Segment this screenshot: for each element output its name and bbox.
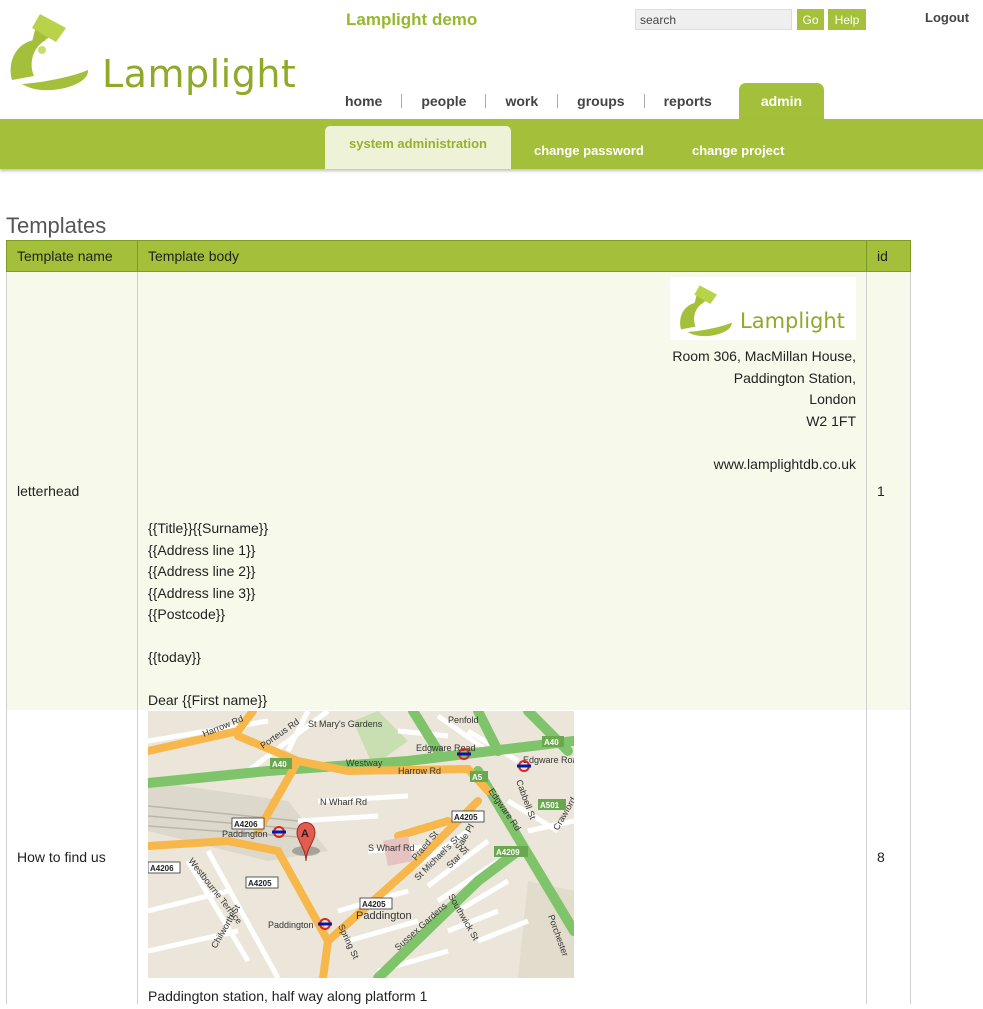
project-title: Lamplight demo bbox=[346, 10, 478, 29]
tab-people[interactable]: people bbox=[402, 83, 485, 120]
letterhead-logo: Lamplight bbox=[670, 277, 856, 340]
map-label: Westway bbox=[346, 758, 383, 768]
merge-field: {{today}} bbox=[148, 649, 201, 665]
map-label: Edgware Road bbox=[523, 755, 574, 765]
road-shield: A501 bbox=[540, 801, 560, 810]
merge-field bbox=[148, 669, 268, 691]
letterhead-brand: Lamplight bbox=[740, 309, 845, 333]
template-body-cell: Harrow Rd Porteus Rd St Mary's Gardens W… bbox=[137, 710, 867, 1004]
location-map: Harrow Rd Porteus Rd St Mary's Gardens W… bbox=[148, 711, 574, 978]
road-shield: A4205 bbox=[248, 879, 272, 888]
go-button[interactable]: Go bbox=[797, 9, 824, 30]
merge-fields: {{Title}}{{Surname}} {{Address line 1}} … bbox=[148, 518, 268, 712]
address-line: W2 1FT bbox=[806, 412, 856, 429]
road-shield: A5 bbox=[472, 773, 483, 782]
merge-field: {{Title}}{{Surname}} bbox=[148, 520, 269, 536]
map-label: Penfold bbox=[448, 715, 479, 725]
address-line: Room 306, MacMillan House, bbox=[672, 348, 856, 364]
merge-field: {{Address line 2}} bbox=[148, 563, 256, 579]
merge-field: {{Address line 1}} bbox=[148, 541, 256, 558]
road-shield: A4206 bbox=[150, 864, 174, 873]
map-label: Edgware Road bbox=[416, 743, 476, 753]
subnav-change-password[interactable]: change password bbox=[534, 143, 644, 158]
main-nav: home people work groups reports admin bbox=[326, 83, 825, 120]
map-label: St Mary's Gardens bbox=[308, 719, 383, 729]
tab-work[interactable]: work bbox=[486, 83, 557, 120]
template-id-cell[interactable]: 1 bbox=[866, 271, 911, 710]
map-label: N Wharf Rd bbox=[320, 797, 367, 807]
table-row[interactable]: How to find us Harrow Rd Porteus Rd St M… bbox=[6, 710, 911, 1004]
address-line: London bbox=[809, 391, 856, 407]
marker-label: A bbox=[301, 828, 309, 840]
tab-groups[interactable]: groups bbox=[558, 83, 643, 120]
column-header-id[interactable]: id bbox=[866, 240, 911, 272]
search-input[interactable] bbox=[635, 9, 792, 30]
letterhead-address: Room 306, MacMillan House, Paddington St… bbox=[672, 346, 856, 475]
help-button[interactable]: Help bbox=[828, 9, 866, 30]
road-shield: A40 bbox=[272, 760, 287, 769]
logout-link[interactable]: Logout bbox=[925, 10, 969, 25]
address-line: Paddington Station, bbox=[733, 369, 856, 386]
road-shield: A40 bbox=[544, 738, 559, 747]
subnav-system-administration[interactable]: system administration bbox=[325, 126, 511, 169]
lamp-icon bbox=[10, 14, 89, 91]
map-label: Paddington bbox=[222, 829, 268, 839]
table-header-row: Template name Template body id bbox=[6, 240, 911, 272]
street-map: Harrow Rd Porteus Rd St Mary's Gardens W… bbox=[148, 711, 574, 978]
template-body-cell: Lamplight Room 306, MacMillan House, Pad… bbox=[137, 271, 867, 712]
map-label: S Wharf Rd bbox=[368, 843, 415, 853]
lamp-icon bbox=[680, 285, 732, 337]
map-label: Paddington bbox=[268, 920, 314, 930]
map-caption: Paddington station, half way along platf… bbox=[148, 988, 428, 1004]
subnav-change-project[interactable]: change project bbox=[692, 143, 784, 158]
address-line bbox=[672, 432, 856, 454]
map-label: Paddington bbox=[356, 910, 412, 922]
lamplight-logo[interactable]: Lamplight bbox=[4, 6, 296, 96]
brand-name: Lamplight bbox=[102, 52, 297, 96]
templates-table: Template name Template body id letterhea… bbox=[6, 240, 911, 1004]
template-name-cell[interactable]: letterhead bbox=[6, 271, 138, 710]
merge-field: {{Address line 3}} bbox=[148, 584, 256, 601]
tab-admin[interactable]: admin bbox=[738, 83, 825, 120]
table-row[interactable]: letterhead Lamplight Room 306, MacMillan bbox=[6, 271, 911, 712]
merge-field: Dear {{First name}} bbox=[148, 692, 268, 708]
map-label: Harrow Rd bbox=[398, 766, 441, 776]
column-header-template-body[interactable]: Template body bbox=[137, 240, 867, 272]
road-shield: A4205 bbox=[362, 900, 386, 909]
template-name-cell[interactable]: How to find us bbox=[6, 710, 138, 1004]
template-id-cell[interactable]: 8 bbox=[866, 710, 911, 1004]
page-title: Templates bbox=[6, 212, 107, 238]
road-shield: A4206 bbox=[234, 820, 258, 829]
road-shield: A4209 bbox=[496, 848, 520, 857]
website: www.lamplightdb.co.uk bbox=[713, 455, 856, 472]
tab-home[interactable]: home bbox=[326, 83, 401, 120]
road-shield: A4205 bbox=[454, 813, 478, 822]
tab-reports[interactable]: reports bbox=[645, 83, 731, 120]
merge-field: {{Postcode}} bbox=[148, 606, 226, 622]
sub-nav: system administration change password ch… bbox=[0, 119, 983, 169]
header: Lamplight Lamplight demo Go Help Logout … bbox=[0, 0, 983, 120]
column-header-template-name[interactable]: Template name bbox=[6, 240, 138, 272]
merge-field bbox=[148, 626, 268, 648]
